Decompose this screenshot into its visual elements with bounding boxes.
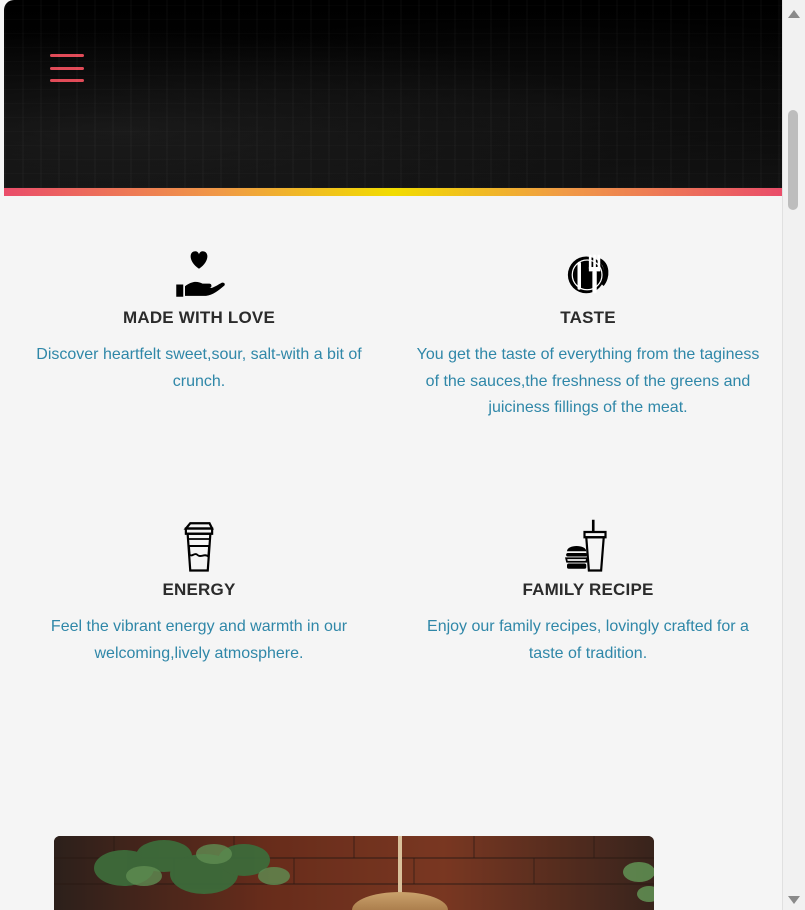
feature-title: MADE WITH LOVE	[122, 308, 275, 327]
feature-taste: TASTE You get the taste of everything fr…	[408, 246, 768, 422]
scrollbar-thumb[interactable]	[788, 110, 798, 210]
feature-description: Discover heartfelt sweet,sour, salt-with…	[36, 346, 362, 390]
feature-family-recipe: FAMILY RECIPE Enjoy our family recipes, …	[408, 518, 768, 667]
page: MADE WITH LOVE Discover heartfelt sweet,…	[0, 0, 805, 910]
hamburger-line	[50, 66, 84, 70]
feature-description: Feel the vibrant energy and warmth in ou…	[50, 618, 348, 662]
feature-title: ENERGY	[162, 580, 236, 599]
feature-description: Enjoy our family recipes, lovingly craft…	[427, 618, 749, 662]
hamburger-icon[interactable]	[50, 54, 86, 82]
scrollbar[interactable]	[782, 0, 805, 910]
scroll-down-arrow-icon[interactable]	[787, 894, 801, 906]
hamburger-line	[50, 54, 84, 57]
hero-banner	[4, 0, 783, 188]
food-photo-illustration	[54, 836, 654, 910]
scroll-up-arrow-icon[interactable]	[787, 8, 801, 20]
hand-heart-icon	[176, 251, 225, 297]
feature-energy: ENERGY Feel the vibrant energy and warmt…	[19, 518, 379, 667]
fork-plate-icon	[567, 254, 609, 294]
feature-made-with-love: MADE WITH LOVE Discover heartfelt sweet,…	[19, 246, 379, 395]
accent-divider	[4, 188, 783, 196]
hamburger-line	[50, 79, 84, 82]
feature-title: TASTE	[560, 308, 616, 327]
feature-description: You get the taste of everything from the…	[416, 346, 760, 416]
food-photo	[54, 836, 654, 910]
burger-drink-icon	[565, 519, 607, 572]
feature-title: FAMILY RECIPE	[522, 580, 654, 599]
features-section: MADE WITH LOVE Discover heartfelt sweet,…	[4, 196, 783, 776]
coffee-cup-icon	[183, 522, 214, 572]
